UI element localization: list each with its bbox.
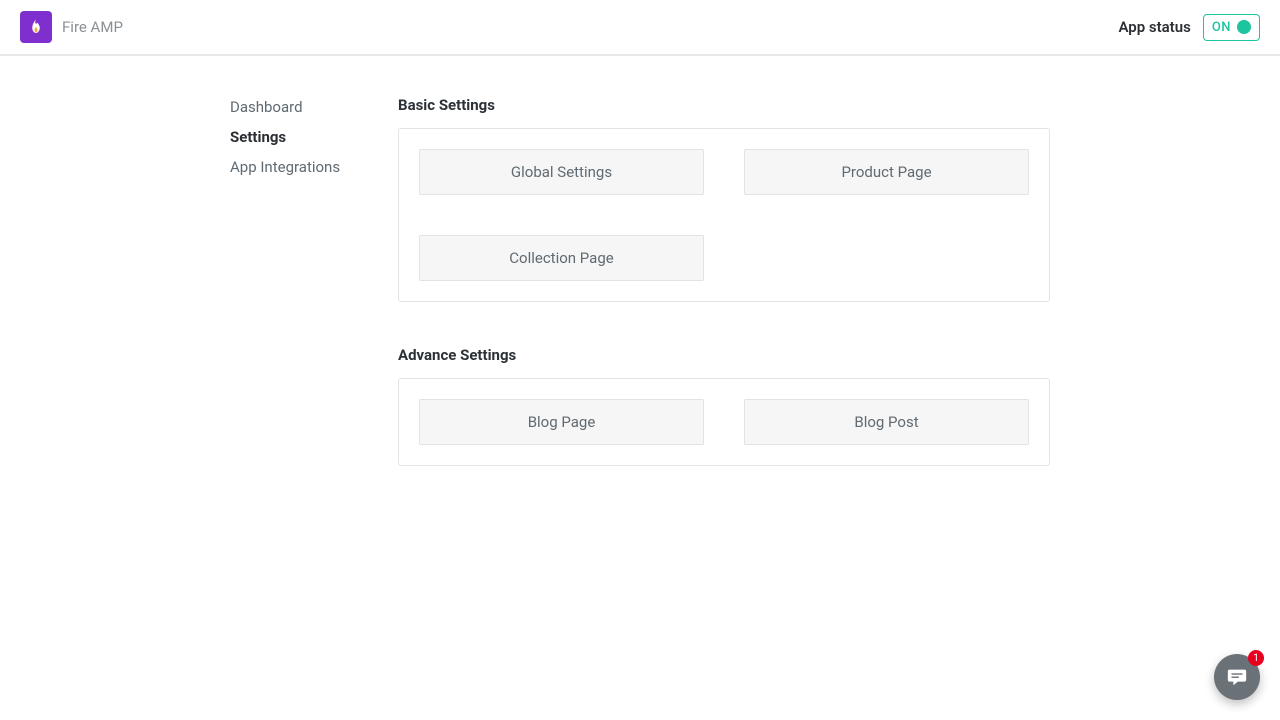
- tile-collection-page[interactable]: Collection Page: [419, 235, 704, 281]
- app-status-label: App status: [1118, 18, 1190, 36]
- status-value: ON: [1212, 20, 1231, 35]
- status-area: App status ON: [1118, 14, 1260, 41]
- chat-icon: [1226, 666, 1248, 688]
- tile-global-settings[interactable]: Global Settings: [419, 149, 704, 195]
- sidebar-nav: Dashboard Settings App Integrations: [0, 96, 398, 466]
- chat-badge: 1: [1248, 650, 1264, 666]
- content: Dashboard Settings App Integrations Basi…: [0, 56, 1280, 466]
- basic-settings-card: Global Settings Product Page Collection …: [398, 128, 1050, 302]
- sidebar-item-app-integrations[interactable]: App Integrations: [230, 158, 398, 176]
- brand: Fire AMP: [20, 11, 123, 43]
- advance-settings-card: Blog Page Blog Post: [398, 378, 1050, 466]
- sidebar-item-settings[interactable]: Settings: [230, 128, 398, 146]
- flame-icon: [20, 11, 52, 43]
- sidebar-item-dashboard[interactable]: Dashboard: [230, 98, 398, 116]
- tile-blog-page[interactable]: Blog Page: [419, 399, 704, 445]
- basic-settings-title: Basic Settings: [398, 96, 1050, 114]
- status-dot-icon: [1237, 20, 1251, 34]
- main-area: Basic Settings Global Settings Product P…: [398, 96, 1050, 466]
- app-header: Fire AMP App status ON: [0, 0, 1280, 56]
- app-status-toggle[interactable]: ON: [1203, 14, 1260, 41]
- advance-settings-title: Advance Settings: [398, 346, 1050, 364]
- tile-blog-post[interactable]: Blog Post: [744, 399, 1029, 445]
- tile-product-page[interactable]: Product Page: [744, 149, 1029, 195]
- chat-widget-button[interactable]: 1: [1214, 654, 1260, 700]
- app-name: Fire AMP: [62, 18, 123, 36]
